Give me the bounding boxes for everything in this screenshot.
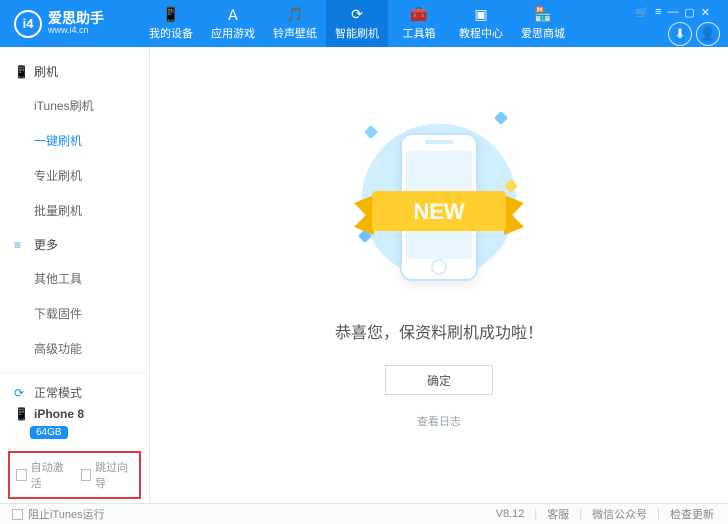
activation-options: 自动激活 跳过向导 [8,451,141,499]
storage-badge: 64GB [30,426,68,439]
nav-label: 我的设备 [149,25,193,41]
group-title: 更多 [34,236,58,253]
device-panel: ⟳ 正常模式 📱 iPhone 8 64GB [0,372,149,447]
skip-guide-checkbox[interactable]: 跳过向导 [81,459,134,491]
checkbox-box-icon [16,469,27,481]
top-nav: 📱 我的设备 Ａ 应用游戏 🎵 铃声壁纸 ⟳ 智能刷机 🧰 工具箱 ▣ 教程中心 🏪 爱思商城 [140,0,635,47]
device-model[interactable]: 📱 iPhone 8 [10,404,139,424]
app-name: 爱思助手 [48,11,104,26]
nav-icon: ⟳ [351,6,363,23]
sidebar-item-1-0[interactable]: 其他工具 [0,261,149,296]
wechat-link[interactable]: 微信公众号 [592,506,647,522]
nav-icon: ▣ [474,6,487,23]
logo-icon: i4 [14,10,42,38]
update-link[interactable]: 检查更新 [670,506,714,522]
nav-item-2[interactable]: 🎵 铃声壁纸 [264,0,326,47]
app-url: www.i4.cn [48,26,104,35]
group-title: 刷机 [34,63,58,80]
minimize-icon[interactable]: — [667,6,678,18]
nav-item-5[interactable]: ▣ 教程中心 [450,0,512,47]
window-controls: 🛒 ≡ — ▢ ✕ [635,6,720,19]
sidebar: 📱 刷机 iTunes刷机一键刷机专业刷机批量刷机 ≡ 更多其他工具下载固件高级功能 ⟳… [0,47,150,503]
nav-label: 工具箱 [403,25,436,41]
service-link[interactable]: 客服 [547,506,569,522]
cart-icon[interactable]: 🛒 [635,6,649,19]
sidebar-item-0-0[interactable]: iTunes刷机 [0,88,149,123]
auto-activate-checkbox[interactable]: 自动激活 [16,459,69,491]
nav-item-0[interactable]: 📱 我的设备 [140,0,202,47]
main-panel: NEW 恭喜您，保资料刷机成功啦！ 确定 查看日志 [150,47,728,503]
nav-icon: 🧰 [410,6,427,23]
nav-icon: Ａ [226,6,240,23]
success-illustration: NEW [354,91,524,291]
device-model-label: iPhone 8 [34,407,84,421]
svg-text:NEW: NEW [413,199,465,224]
menu-icon[interactable]: ≡ [655,6,661,18]
device-mode-label: 正常模式 [34,384,82,401]
view-log-link[interactable]: 查看日志 [417,413,461,429]
sidebar-item-0-2[interactable]: 专业刷机 [0,158,149,193]
maximize-icon[interactable]: ▢ [684,6,694,19]
close-icon[interactable]: ✕ [701,6,710,19]
ok-button[interactable]: 确定 [385,365,493,395]
group-icon: ≡ [14,238,28,252]
sidebar-item-0-3[interactable]: 批量刷机 [0,193,149,228]
nav-label: 应用游戏 [211,25,255,41]
skip-guide-label: 跳过向导 [95,459,133,491]
download-button[interactable]: ⬇ [668,22,692,46]
block-itunes-checkbox[interactable]: 阻止iTunes运行 [0,506,105,522]
nav-item-3[interactable]: ⟳ 智能刷机 [326,0,388,47]
nav-icon: 🏪 [534,6,551,23]
checkbox-box-icon [12,509,23,520]
logo-text: 爱思助手 www.i4.cn [48,11,104,35]
nav-label: 爱思商城 [521,25,565,41]
sidebar-item-0-1[interactable]: 一键刷机 [0,123,149,158]
nav-label: 铃声壁纸 [273,25,317,41]
sidebar-group-0[interactable]: 📱 刷机 [0,55,149,88]
nav-item-6[interactable]: 🏪 爱思商城 [512,0,574,47]
success-message: 恭喜您，保资料刷机成功啦！ [335,319,543,343]
sidebar-group-1[interactable]: ≡ 更多 [0,228,149,261]
checkbox-box-icon [81,469,92,481]
version-label: V8.12 [496,508,525,520]
new-ribbon-icon: NEW [354,183,524,247]
nav-label: 教程中心 [459,25,503,41]
nav-item-1[interactable]: Ａ 应用游戏 [202,0,264,47]
sidebar-item-1-2[interactable]: 高级功能 [0,331,149,366]
sidebar-item-1-1[interactable]: 下载固件 [0,296,149,331]
app-header: i4 爱思助手 www.i4.cn 📱 我的设备 Ａ 应用游戏 🎵 铃声壁纸 ⟳ 智能刷机 🧰 工… [0,0,728,47]
device-mode[interactable]: ⟳ 正常模式 [10,381,139,404]
phone-icon: 📱 [14,407,28,421]
auto-activate-label: 自动激活 [31,459,69,491]
mode-icon: ⟳ [14,386,28,400]
nav-icon: 📱 [162,6,179,23]
block-itunes-label: 阻止iTunes运行 [28,506,105,522]
nav-label: 智能刷机 [335,25,379,41]
nav-item-4[interactable]: 🧰 工具箱 [388,0,450,47]
ok-button-label: 确定 [427,372,451,389]
group-icon: 📱 [14,65,28,79]
status-bar: 阻止iTunes运行 V8.12 | 客服 | 微信公众号 | 检查更新 [0,503,728,524]
user-button[interactable]: 👤 [696,22,720,46]
nav-icon: 🎵 [286,6,303,23]
logo-area: i4 爱思助手 www.i4.cn [0,10,140,38]
